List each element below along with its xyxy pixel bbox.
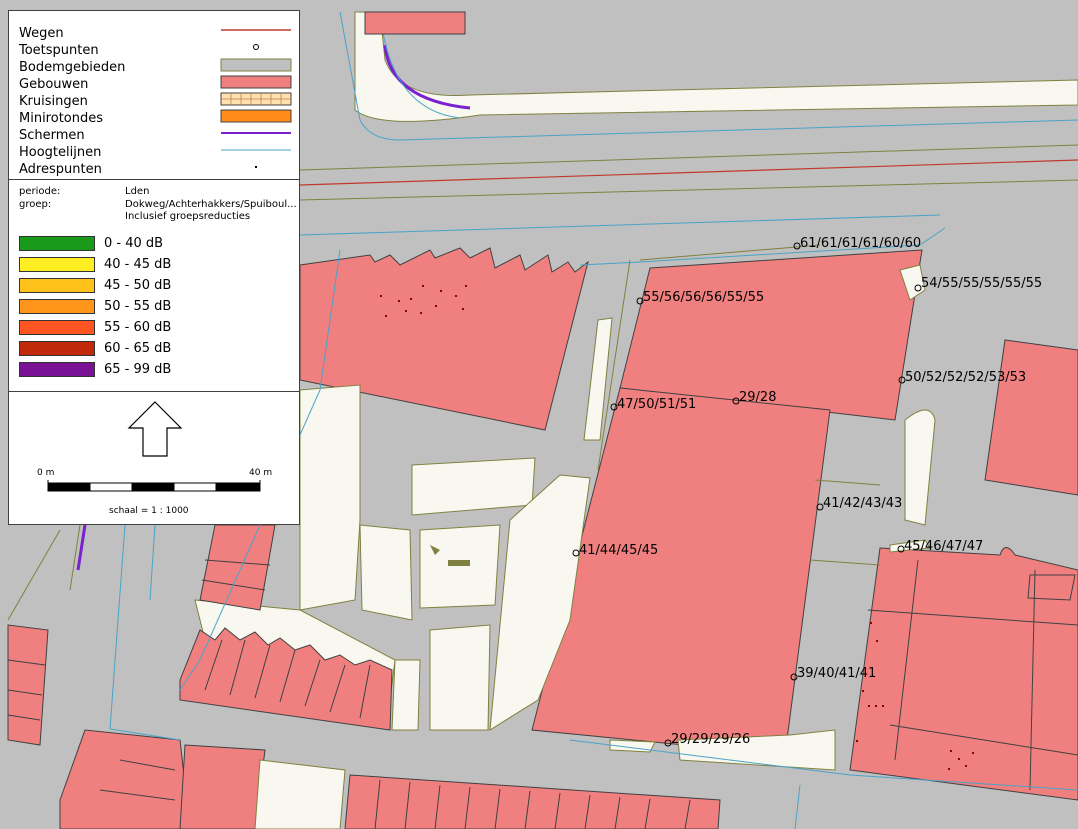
legend-label-bodemgebieden: Bodemgebieden [19,60,126,75]
navigation-panel: 0 m 40 m schaal = 1 : 1000 [8,391,300,525]
test-point-label[interactable]: 29/29/29/26 [671,732,750,747]
open-area [419,524,501,609]
noise-class-swatch [19,362,95,377]
address-dot-icon [255,166,257,168]
noise-class-label: 40 - 45 dB [104,257,172,272]
noise-class-label: 45 - 50 dB [104,278,172,293]
legend-label-toetspunten: Toetspunten [19,43,99,58]
scale-end-label: 40 m [249,468,273,478]
building-icon [220,75,292,89]
open-area [254,759,346,829]
periode-label: periode: [19,186,61,197]
test-point-label[interactable]: 45/46/47/47 [904,539,983,554]
groep-value: Dokweg/Achterhakkers/Spuiboul... [125,199,297,210]
legend-label-minirotondes: Minirotondes [19,111,104,126]
north-arrow-icon[interactable] [125,400,185,460]
legend-panel: Wegen Toetspunten Bodemgebieden Gebouwen… [8,10,300,180]
open-area [411,457,536,516]
legend-label-kruisingen: Kruisingen [19,94,88,109]
noise-class-label: 65 - 99 dB [104,362,172,377]
test-point-label[interactable]: 47/50/51/51 [617,397,696,412]
groep-label: groep: [19,199,52,210]
legend-label-wegen: Wegen [19,26,64,41]
noise-class-swatch [19,278,95,293]
noise-class-swatch [19,341,95,356]
test-point-icon [253,44,259,50]
noise-class-swatch [19,257,95,272]
info-panel: periode: Lden groep: Dokweg/Achterhakker… [8,179,300,392]
noise-class-swatch [19,299,95,314]
noise-class-label: 55 - 60 dB [104,320,172,335]
legend-label-hoogtelijnen: Hoogtelijnen [19,145,102,160]
ground-area-icon [220,58,292,72]
test-point-label[interactable]: 39/40/41/41 [797,666,876,681]
building [179,744,266,829]
building [849,547,1078,801]
test-point-label[interactable]: 41/44/45/45 [579,543,658,558]
legend-label-schermen: Schermen [19,128,85,143]
test-point-label[interactable]: 54/55/55/55/55/55 [921,276,1042,291]
noise-class-label: 60 - 65 dB [104,341,172,356]
open-area [359,524,413,621]
building [59,729,191,829]
noise-class-label: 0 - 40 dB [104,236,164,251]
noise-class-label: 50 - 55 dB [104,299,172,314]
roundabout-icon [220,109,292,123]
building [364,11,466,35]
test-point-label[interactable]: 50/52/52/52/53/53 [905,370,1026,385]
test-point-label[interactable]: 61/61/61/61/60/60 [800,236,921,251]
scale-start-label: 0 m [37,468,55,478]
legend-label-gebouwen: Gebouwen [19,77,89,92]
periode-value: Lden [125,186,150,197]
noise-class-swatch [19,236,95,251]
test-point-label[interactable]: 55/56/56/56/55/55 [643,290,764,305]
test-point-label[interactable]: 41/42/43/43 [823,496,902,511]
legend-symbols [220,29,292,168]
open-area [391,659,421,731]
test-point-label[interactable]: 29/28 [739,390,776,405]
open-area [429,624,491,731]
scale-bar [47,480,261,492]
scale-text: schaal = 1 : 1000 [109,506,189,516]
legend-label-adrespunten: Adrespunten [19,162,102,177]
open-area [299,384,361,611]
noise-class-swatch [19,320,95,335]
groep-note: Inclusief groepsreducties [125,211,251,222]
